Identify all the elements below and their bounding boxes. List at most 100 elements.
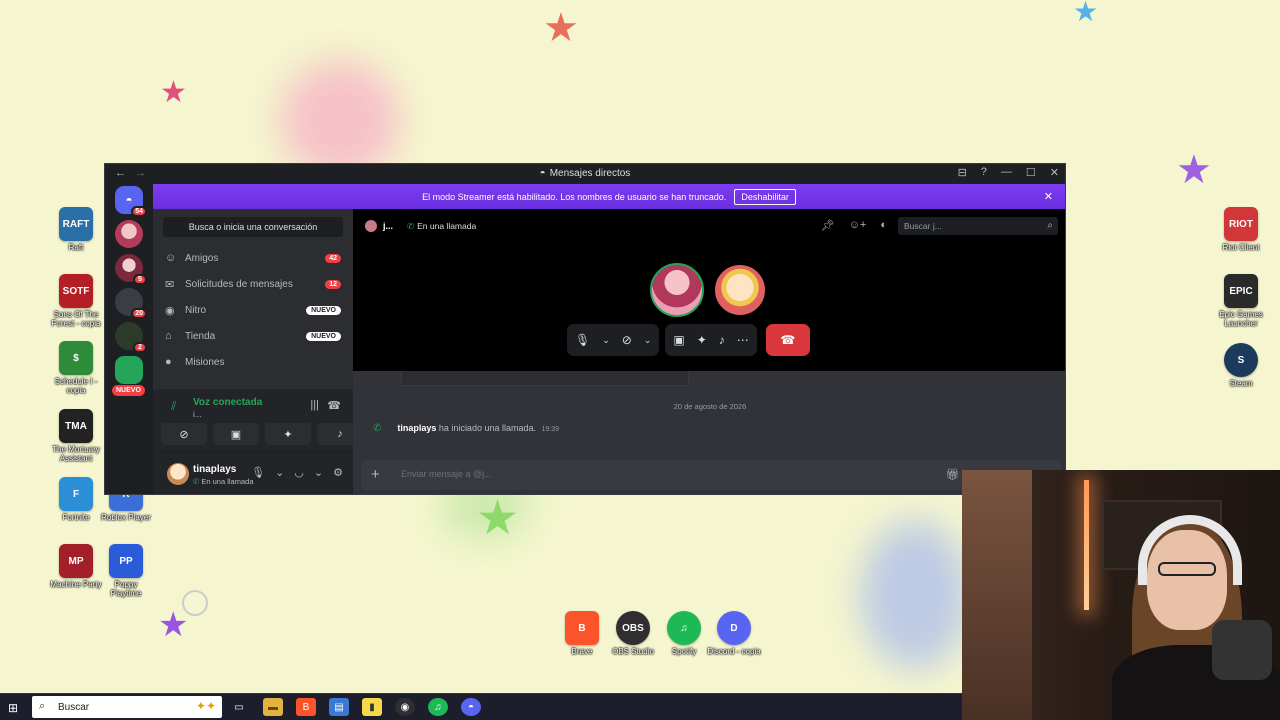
microphone-icon[interactable]: 🎙︎ bbox=[575, 333, 590, 347]
inbox-icon[interactable]: ⊟ bbox=[958, 166, 967, 179]
control-panel-icon[interactable]: ▤ bbox=[329, 698, 349, 716]
camera-off-icon[interactable]: ⊘ bbox=[622, 333, 632, 347]
search-input[interactable]: Buscar j... ⌕ bbox=[898, 217, 1058, 235]
spotify-icon[interactable]: ♫ bbox=[428, 698, 448, 716]
desktop-icon-label: Brave bbox=[571, 647, 593, 656]
brave-icon: B bbox=[565, 611, 599, 645]
obs-studio-icon[interactable]: ◉ bbox=[395, 698, 415, 716]
disconnect-icon[interactable]: ☎ bbox=[327, 399, 341, 412]
user-profile-icon[interactable]: ◐ bbox=[880, 219, 887, 232]
user-status: ✆ En una llamada bbox=[193, 477, 254, 486]
windows-start-icon[interactable]: ⊞ bbox=[8, 701, 18, 715]
disable-streamer-mode-button[interactable]: Deshabilitar bbox=[734, 188, 796, 205]
call-controls: 🎙︎ ⌄ ⊘ ⌄ ▣ ✦ ♪ ⋯ ☎ bbox=[567, 324, 810, 356]
dm-avatar[interactable] bbox=[115, 220, 143, 248]
sidebar-item-shop[interactable]: ⌂ Tienda NUEVO bbox=[153, 323, 353, 349]
hang-up-button[interactable]: ☎ bbox=[765, 324, 810, 356]
server-icon[interactable] bbox=[115, 356, 143, 384]
close-button[interactable]: ✕ bbox=[1050, 166, 1059, 179]
desktop-icon-spotify[interactable]: ♫ Spotify bbox=[657, 611, 711, 656]
chevron-down-icon[interactable]: ⌄ bbox=[644, 335, 652, 346]
user-controls: 🎙︎ ⌄ ◡ ⌄ ⚙ bbox=[251, 466, 343, 479]
previous-embed bbox=[401, 371, 689, 386]
new-pill: NUEVO bbox=[112, 385, 145, 396]
desktop-icon-sons-of-the-forest[interactable]: SOTF Sons Of The Forest - copia bbox=[49, 274, 103, 328]
notification-badge: 2 bbox=[133, 342, 147, 353]
find-conversation-button[interactable]: Busca o inicia una conversación bbox=[163, 217, 343, 237]
taskbar-search[interactable]: ⌕ Buscar ✦✦ bbox=[32, 696, 222, 718]
chevron-down-icon[interactable]: ⌄ bbox=[314, 466, 323, 479]
discord-icon[interactable]: ◓ bbox=[461, 698, 481, 716]
chevron-down-icon[interactable]: ⌄ bbox=[275, 466, 284, 479]
call-participant-avatar[interactable] bbox=[713, 263, 767, 317]
desktop-icon-schedule-i[interactable]: $ Schedule I - copia bbox=[49, 341, 103, 395]
home-button[interactable]: ◓ 54 bbox=[115, 186, 147, 217]
desktop-icon-label: OBS Studio bbox=[612, 647, 654, 656]
desktop-icon-poppy-playtime[interactable]: PP Poppy Playtime bbox=[99, 544, 153, 598]
machine-party-icon: MP bbox=[59, 544, 93, 578]
dm-avatar[interactable]: 5 bbox=[115, 254, 147, 285]
webcam-overlay bbox=[962, 470, 1280, 720]
add-friend-icon[interactable]: ☺+ bbox=[849, 219, 867, 232]
sidebar-item-nitro[interactable]: ◉ Nitro NUEVO bbox=[153, 297, 353, 323]
headphones-icon[interactable]: ◡ bbox=[294, 466, 304, 479]
add-attachment-icon[interactable]: + bbox=[371, 466, 380, 483]
message-composer[interactable]: + Enviar mensaje a @j... 🎁︎ ▤ ▦ ☺ ✦ bbox=[361, 460, 1061, 490]
desktop-icon-brave[interactable]: B Brave bbox=[555, 611, 609, 656]
chevron-down-icon[interactable]: ⌄ bbox=[602, 335, 610, 346]
gift-icon[interactable]: 🎁︎ bbox=[946, 468, 960, 481]
desktop-icon-fortnite[interactable]: F Fortnite bbox=[49, 477, 103, 522]
call-participant-avatar[interactable] bbox=[650, 263, 704, 317]
voice-status-title[interactable]: Voz conectada bbox=[193, 397, 262, 408]
brave-icon[interactable]: B bbox=[296, 698, 316, 716]
call-status-text: En una llamada bbox=[417, 221, 477, 231]
sidebar-item-label: Misiones bbox=[185, 356, 225, 368]
task-view-icon[interactable]: ▭ bbox=[229, 698, 249, 716]
star-decoration: ★ bbox=[158, 606, 189, 644]
sticky-notes-icon[interactable]: ▮ bbox=[362, 698, 382, 716]
close-banner-icon[interactable]: ✕ bbox=[1044, 190, 1053, 203]
server-icon[interactable]: 20 bbox=[115, 288, 147, 319]
schedule-i-icon: $ bbox=[59, 341, 93, 375]
camera-off-button[interactable]: ⊘ bbox=[161, 423, 207, 445]
microphone-icon[interactable]: 🎙︎ bbox=[251, 466, 265, 479]
noise-suppression-icon[interactable]: ||| bbox=[310, 399, 319, 411]
avatar[interactable] bbox=[167, 463, 189, 485]
desktop-icon-raft[interactable]: RAFT Raft bbox=[49, 207, 103, 252]
sidebar-item-quests[interactable]: ● Misiones bbox=[153, 349, 353, 375]
screen-share-button[interactable]: ▣ bbox=[213, 423, 259, 445]
sidebar-item-friends[interactable]: ☺ Amigos 42 bbox=[153, 245, 353, 271]
desktop-icon-discord[interactable]: D Discord - copia bbox=[707, 611, 761, 656]
system-message-user[interactable]: tinaplays bbox=[397, 423, 436, 433]
help-icon[interactable]: ? bbox=[981, 166, 987, 179]
server-icon[interactable]: 2 bbox=[115, 322, 147, 353]
call-stage: 🎙︎ ⌄ ⊘ ⌄ ▣ ✦ ♪ ⋯ ☎ bbox=[353, 243, 1065, 371]
desktop-icon-machine-party[interactable]: MP Machine Party bbox=[49, 544, 103, 589]
dm-name[interactable]: j... bbox=[383, 221, 393, 231]
avatar[interactable] bbox=[365, 220, 377, 232]
sidebar-item-label: Tienda bbox=[185, 330, 216, 342]
minimize-button[interactable]: — bbox=[1001, 166, 1012, 179]
screen-share-icon: ▣ bbox=[230, 428, 242, 441]
activities-button[interactable]: ✦ bbox=[265, 423, 311, 445]
camera-off-icon: ⊘ bbox=[179, 428, 189, 441]
desktop-icon-obs-studio[interactable]: OBS OBS Studio bbox=[606, 611, 660, 656]
server-rail: ◓ 54 5 20 2 NUEVO bbox=[105, 184, 153, 494]
maximize-button[interactable]: ☐ bbox=[1026, 166, 1036, 179]
screen-share-icon[interactable]: ▣ bbox=[673, 333, 684, 347]
notification-badge: 54 bbox=[131, 206, 147, 217]
pin-icon[interactable]: 📌︎ bbox=[821, 219, 835, 232]
desktop-icon-epic-games[interactable]: EPIC Epic Games Launcher bbox=[1214, 274, 1268, 328]
sidebar-item-message-requests[interactable]: ✉ Solicitudes de mensajes 12 bbox=[153, 271, 353, 297]
gear-icon[interactable]: ⚙ bbox=[333, 466, 343, 479]
soundboard-icon[interactable]: ♪ bbox=[719, 333, 725, 347]
file-explorer-icon[interactable]: ▬ bbox=[263, 698, 283, 716]
steam-icon: S bbox=[1224, 343, 1258, 377]
more-icon[interactable]: ⋯ bbox=[737, 333, 749, 347]
desktop-icon-riot-client[interactable]: RIOT Riot Client bbox=[1214, 207, 1268, 252]
signal-icon[interactable]: ⫽ bbox=[171, 399, 176, 414]
desktop-icon-mortuary-assistant[interactable]: TMA The Mortuary Assistant bbox=[49, 409, 103, 463]
activities-icon: ✦ bbox=[283, 428, 293, 441]
activities-icon[interactable]: ✦ bbox=[697, 333, 707, 347]
desktop-icon-steam[interactable]: S Steam bbox=[1214, 343, 1268, 388]
